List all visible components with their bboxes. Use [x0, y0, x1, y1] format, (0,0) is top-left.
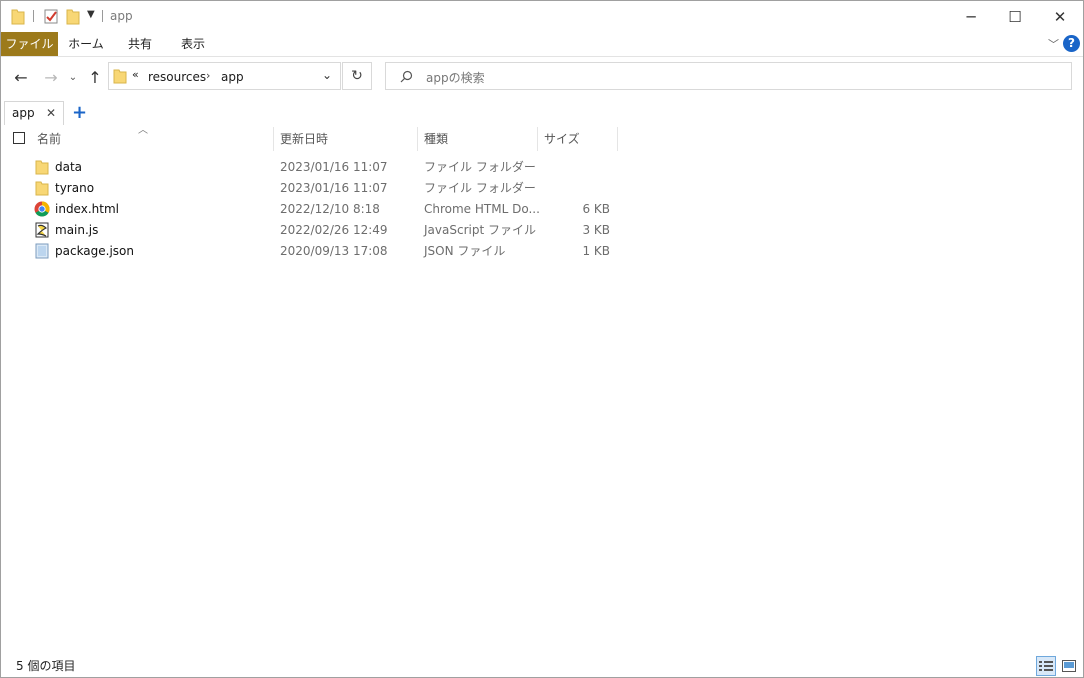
- file-name: data: [55, 160, 83, 174]
- column-header-name[interactable]: 名前: [37, 128, 61, 150]
- tab-app[interactable]: app ✕: [4, 101, 64, 125]
- address-bar[interactable]: « resources › app ⌄: [108, 62, 341, 90]
- title-bar: ▼ app ─ ☐ ✕: [1, 1, 1083, 32]
- file-date: 2023/01/16 11:07: [280, 181, 388, 195]
- list-item[interactable]: package.json 2020/09/13 17:08 JSON ファイル …: [31, 241, 621, 262]
- file-name: main.js: [55, 223, 99, 237]
- list-item[interactable]: index.html 2022/12/10 8:18 Chrome HTML D…: [31, 199, 621, 220]
- breadcrumb-app[interactable]: app: [221, 70, 244, 84]
- refresh-icon[interactable]: ↻: [342, 62, 372, 90]
- list-item[interactable]: main.js 2022/02/26 12:49 JavaScript ファイル…: [31, 220, 621, 241]
- search-box[interactable]: appの検索: [385, 62, 1072, 90]
- maximize-button[interactable]: ☐: [992, 1, 1038, 32]
- details-view-icon[interactable]: [1036, 656, 1056, 676]
- help-icon[interactable]: ?: [1063, 35, 1080, 52]
- folder-icon: [35, 181, 49, 196]
- new-folder-icon[interactable]: [66, 7, 80, 25]
- file-size: [551, 157, 610, 178]
- large-icons-view-icon[interactable]: [1059, 656, 1079, 676]
- file-date: 2022/12/10 8:18: [280, 202, 380, 216]
- file-type: JavaScript ファイル: [424, 223, 536, 237]
- tab-file[interactable]: ファイル: [1, 32, 58, 56]
- status-item-count: 5 個の項目: [16, 659, 76, 673]
- file-date: 2022/02/26 12:49: [280, 223, 388, 237]
- expand-ribbon-chevron-icon[interactable]: ﹀: [1048, 36, 1059, 52]
- column-header-date[interactable]: 更新日時: [280, 128, 328, 150]
- list-item[interactable]: data 2023/01/16 11:07 ファイル フォルダー: [31, 157, 621, 178]
- forward-arrow-icon[interactable]: →: [41, 65, 61, 89]
- tab-bar: app ✕ +: [1, 101, 1083, 125]
- search-icon: [400, 70, 413, 83]
- chrome-icon: [34, 201, 50, 217]
- back-arrow-icon[interactable]: ←: [11, 65, 31, 89]
- column-divider[interactable]: [537, 127, 538, 151]
- separator: [102, 10, 103, 22]
- address-overflow-chevron[interactable]: «: [132, 68, 139, 81]
- file-type: Chrome HTML Do...: [424, 202, 540, 216]
- up-arrow-icon[interactable]: ↑: [85, 65, 105, 89]
- tab-view[interactable]: 表示: [171, 32, 215, 56]
- file-type: ファイル フォルダー: [424, 181, 536, 195]
- folder-icon: [113, 69, 127, 84]
- file-size: [551, 178, 610, 199]
- column-divider[interactable]: [417, 127, 418, 151]
- customize-quick-access-icon[interactable]: ▼: [87, 9, 95, 20]
- folder-icon: [35, 160, 49, 175]
- select-all-checkbox[interactable]: [13, 132, 25, 144]
- file-name: package.json: [55, 244, 135, 258]
- tab-label: app: [12, 106, 35, 120]
- address-history-chevron-icon[interactable]: ⌄: [322, 68, 332, 82]
- new-tab-icon[interactable]: +: [72, 102, 87, 123]
- tab-home[interactable]: ホーム: [63, 32, 109, 56]
- explorer-window: ▼ app ─ ☐ ✕ ファイル ホーム 共有 表示 ﹀ ? ← → ⌄ ↑ «…: [0, 0, 1084, 678]
- ribbon-tabs: ファイル ホーム 共有 表示 ﹀ ?: [1, 32, 1083, 57]
- breadcrumb-resources[interactable]: resources: [148, 70, 206, 84]
- separator: [33, 10, 34, 22]
- file-name: tyrano: [55, 181, 95, 195]
- file-size: 3 KB: [582, 223, 610, 237]
- file-date: 2023/01/16 11:07: [280, 160, 388, 174]
- properties-icon[interactable]: [43, 7, 59, 25]
- file-date: 2020/09/13 17:08: [280, 244, 388, 258]
- close-button[interactable]: ✕: [1037, 1, 1083, 32]
- recent-locations-chevron-icon[interactable]: ⌄: [66, 65, 80, 89]
- json-file-icon: [35, 243, 49, 259]
- column-divider[interactable]: [273, 127, 274, 151]
- minimize-button[interactable]: ─: [948, 1, 994, 32]
- list-item[interactable]: tyrano 2023/01/16 11:07 ファイル フォルダー: [31, 178, 621, 199]
- column-header-size[interactable]: サイズ: [544, 128, 580, 150]
- sort-ascending-icon: ︿: [138, 125, 148, 136]
- column-divider[interactable]: [617, 127, 618, 151]
- window-title: app: [110, 9, 133, 23]
- js-file-icon: [35, 222, 49, 238]
- details-view-glyph: [1039, 661, 1053, 671]
- tab-share[interactable]: 共有: [118, 32, 162, 56]
- large-icons-glyph: [1062, 660, 1076, 672]
- folder-icon: [11, 9, 25, 25]
- close-tab-icon[interactable]: ✕: [46, 106, 56, 120]
- file-size: 6 KB: [582, 202, 610, 216]
- breadcrumb-separator-icon[interactable]: ›: [206, 69, 210, 82]
- column-header-type[interactable]: 種類: [424, 128, 448, 150]
- search-placeholder: appの検索: [426, 71, 485, 85]
- file-type: JSON ファイル: [424, 244, 506, 258]
- file-name: index.html: [55, 202, 119, 216]
- file-size: 1 KB: [582, 244, 610, 258]
- file-type: ファイル フォルダー: [424, 160, 536, 174]
